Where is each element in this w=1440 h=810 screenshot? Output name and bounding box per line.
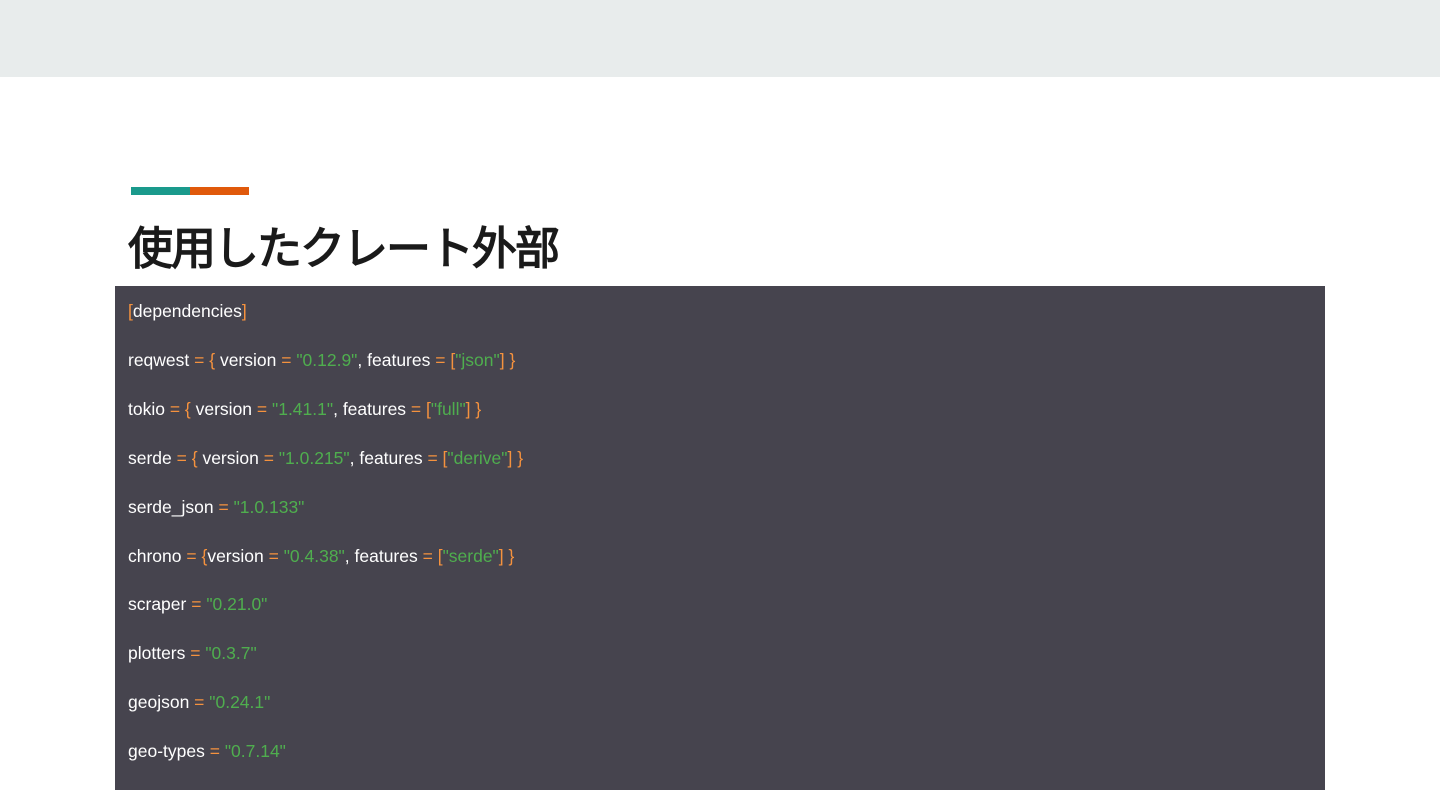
code-key: , features — [344, 545, 423, 566]
code-string: "0.7.14" — [224, 741, 286, 762]
code-punctuation: = { — [169, 398, 196, 419]
code-string: "serde" — [442, 545, 499, 566]
code-punctuation: = { — [176, 447, 203, 468]
code-key: geo-types — [128, 741, 210, 762]
code-punctuation: = { — [194, 349, 220, 370]
code-string: "0.3.7" — [205, 643, 257, 664]
code-key: reqwest — [128, 349, 195, 370]
code-line: geo-types = "0.7.14" — [128, 738, 286, 764]
code-line: serde = { version = "1.0.215", features … — [128, 445, 523, 471]
code-key: plotters — [128, 643, 191, 664]
code-line: scraper = "0.21.0" — [128, 591, 267, 617]
code-punctuation: = — [191, 594, 207, 615]
code-string: "1.41.1" — [272, 398, 334, 419]
code-key: version — [219, 349, 282, 370]
code-punctuation: = [ — [435, 349, 456, 370]
code-punctuation: = [ — [410, 398, 431, 419]
code-key: dependencies — [132, 301, 242, 321]
title-accent-bar — [131, 187, 249, 195]
code-string: "json" — [455, 349, 500, 370]
code-punctuation: = — [209, 741, 225, 762]
code-punctuation: ] } — [507, 447, 524, 468]
code-key: tokio — [128, 398, 170, 419]
code-block: [dependencies] reqwest = { version = "0.1… — [115, 286, 1325, 790]
code-punctuation: = — [268, 545, 284, 566]
code-key: , features — [349, 447, 428, 468]
code-punctuation: = — [256, 398, 272, 419]
code-key: version — [207, 545, 269, 566]
code-string: "full" — [430, 398, 466, 419]
code-key: geojson — [128, 692, 195, 713]
code-key: scraper — [128, 594, 192, 615]
code-string: "0.4.38" — [283, 545, 345, 566]
code-punctuation: = [ — [422, 545, 443, 566]
code-line: [dependencies] — [128, 298, 247, 324]
code-line: serde_json = "1.0.133" — [128, 494, 304, 520]
code-punctuation: = — [281, 349, 297, 370]
code-key: , features — [333, 398, 411, 419]
code-string: "0.21.0" — [206, 594, 268, 615]
code-punctuation: = — [190, 643, 206, 664]
code-line: reqwest = { version = "0.12.9", features… — [128, 347, 515, 373]
code-key: , features — [357, 349, 436, 370]
code-line: chrono = {version = "0.4.38", features =… — [128, 543, 514, 569]
code-line: geojson = "0.24.1" — [128, 689, 270, 715]
code-string: "0.24.1" — [209, 692, 271, 713]
code-punctuation: ] } — [498, 545, 515, 566]
code-key: version — [195, 398, 257, 419]
code-key: serde_json — [128, 496, 219, 517]
code-key: serde — [128, 447, 177, 468]
code-line: plotters = "0.3.7" — [128, 640, 257, 666]
code-punctuation: ] — [241, 301, 247, 321]
code-punctuation: ] } — [499, 349, 516, 370]
code-punctuation: = [ — [427, 447, 448, 468]
code-string: "0.12.9" — [296, 349, 358, 370]
code-key: chrono — [128, 545, 187, 566]
slide-title: 使用したクレート外部 — [128, 222, 560, 275]
code-string: "1.0.133" — [233, 496, 305, 517]
code-punctuation: = — [263, 447, 279, 468]
code-punctuation: = { — [186, 545, 208, 566]
code-key: version — [202, 447, 264, 468]
code-punctuation: = — [218, 496, 234, 517]
code-string: "derive" — [447, 447, 508, 468]
accent-orange-segment — [190, 187, 249, 195]
code-punctuation: ] } — [465, 398, 482, 419]
accent-teal-segment — [131, 187, 190, 195]
code-punctuation: = — [194, 692, 210, 713]
header-band — [0, 0, 1440, 77]
code-line: tokio = { version = "1.41.1", features =… — [128, 396, 481, 422]
code-string: "1.0.215" — [278, 447, 350, 468]
